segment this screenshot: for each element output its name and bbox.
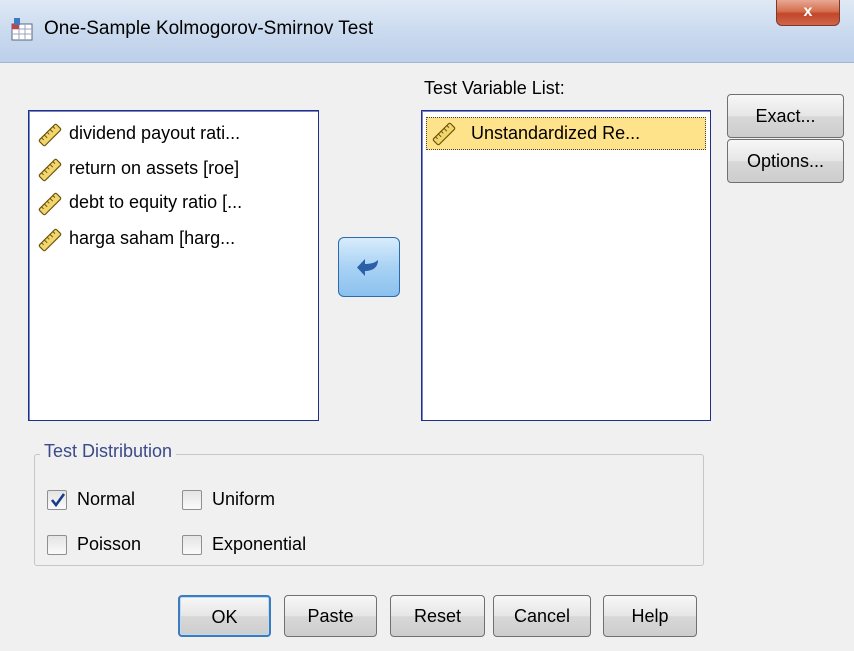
- cancel-button[interactable]: Cancel: [493, 595, 591, 637]
- checkbox-box[interactable]: [47, 490, 67, 510]
- checkbox-box[interactable]: [182, 490, 202, 510]
- checkmark-icon: [50, 493, 66, 508]
- paste-button[interactable]: Paste: [284, 595, 377, 637]
- window-title: One-Sample Kolmogorov-Smirnov Test: [44, 18, 374, 39]
- scale-variable-icon: [37, 191, 63, 217]
- scale-variable-icon: [37, 157, 63, 183]
- checkbox-box[interactable]: [182, 535, 202, 555]
- reset-button[interactable]: Reset: [390, 595, 485, 637]
- list-item-selected[interactable]: Unstandardized Re...: [426, 117, 706, 150]
- source-variable-list[interactable]: dividend payout rati... return on assets…: [28, 110, 319, 421]
- move-variable-button[interactable]: [338, 237, 400, 297]
- exact-button[interactable]: Exact...: [727, 94, 844, 138]
- help-button[interactable]: Help: [603, 595, 697, 637]
- title-bar: One-Sample Kolmogorov-Smirnov Test x: [0, 0, 854, 63]
- app-icon: [10, 16, 36, 42]
- test-variable-list[interactable]: Unstandardized Re...: [421, 110, 711, 421]
- test-distribution-legend: Test Distribution: [40, 441, 177, 462]
- checkbox-box[interactable]: [47, 535, 67, 555]
- ok-button[interactable]: OK: [178, 595, 271, 637]
- scale-variable-icon: [431, 121, 457, 147]
- scale-variable-icon: [37, 227, 63, 253]
- close-button[interactable]: x: [776, 0, 840, 26]
- options-button[interactable]: Options...: [727, 139, 844, 183]
- scale-variable-icon: [37, 122, 63, 148]
- test-variable-list-caption: Test Variable List:: [424, 78, 565, 98]
